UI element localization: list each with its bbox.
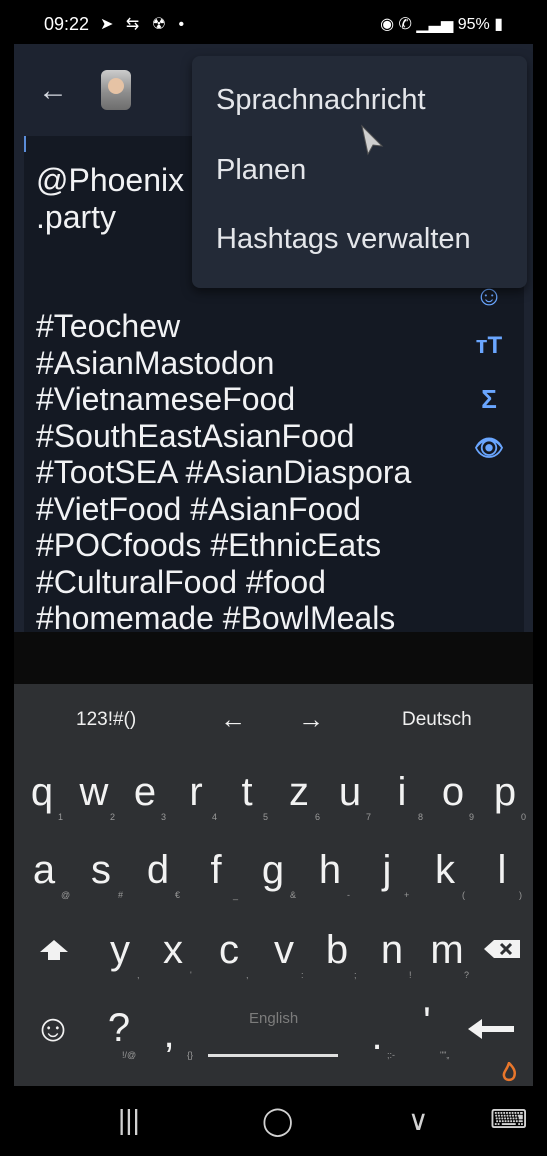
key-g[interactable]: g [250,848,296,893]
comma-key[interactable]: , [146,1012,192,1057]
key-o[interactable]: o [430,770,476,815]
key-s[interactable]: s [78,848,124,893]
wifi-icon: ◉ ✆ ▁▃▅ [380,16,458,33]
key-p-hint: 0 [521,812,527,822]
key-q-hint: 1 [58,812,64,822]
text-size-icon[interactable]: тT [473,332,505,360]
key-e[interactable]: e [122,770,168,815]
space-bar[interactable] [208,1054,338,1057]
key-u[interactable]: u [327,770,373,815]
key-z-hint: 6 [315,812,321,822]
key-d[interactable]: d [135,848,181,893]
question-key[interactable]: ? [96,1006,142,1051]
period-key-hint: ;:- [387,1050,395,1060]
key-x-hint: ' [190,970,192,980]
battery-level: 95% [457,16,490,33]
preview-eye-icon[interactable]: 👁 [473,434,505,463]
back-icon[interactable]: ∨ [408,1104,429,1137]
key-g-hint: & [290,890,297,900]
shift-key-icon[interactable] [36,938,72,962]
key-i[interactable]: i [379,770,425,815]
formula-icon[interactable]: Σ [473,384,505,415]
key-z[interactable]: z [276,770,322,815]
status-time: 09:22 [44,14,90,34]
key-w-hint: 2 [110,812,116,822]
key-h[interactable]: h [307,848,353,893]
key-o-hint: 9 [469,812,475,822]
symbols-key[interactable]: 123!#() [76,709,136,731]
notification-icons: ➤ ⇆ ☢ • [100,16,189,33]
key-j-hint: + [404,890,410,900]
key-r[interactable]: r [173,770,219,815]
comma-key-hint: {} [187,1050,194,1060]
key-y-hint: , [137,970,140,980]
key-s-hint: # [118,890,124,900]
apostrophe-key-hint: ""„ [440,1050,450,1060]
status-right: ◉ ✆ ▁▃▅ 95% ▮ [380,14,503,34]
key-c-hint: , [246,970,249,980]
cursor-left-key[interactable]: ← [220,704,246,735]
text-cursor [24,136,26,152]
menu-item-voice-message[interactable]: Sprachnachricht [216,84,426,117]
key-w[interactable]: w [71,770,117,815]
emoji-key[interactable]: ☺ [30,1008,76,1051]
key-x[interactable]: x [150,928,196,973]
menu-item-manage-hashtags[interactable]: Hashtags verwalten [216,223,471,256]
avatar[interactable] [101,70,131,110]
key-j[interactable]: j [364,848,410,893]
key-m[interactable]: m [424,928,470,973]
key-l[interactable]: l [479,848,525,893]
space-bar-label: English [249,1010,299,1027]
cursor-right-key[interactable]: → [298,704,324,735]
status-bar: 09:22 ➤ ⇆ ☢ • ◉ ✆ ▁▃▅ 95% ▮ [0,0,547,48]
enter-key-icon[interactable] [466,1014,518,1044]
key-h-hint: - [347,890,350,900]
suggestion-strip [14,632,533,684]
back-arrow-icon[interactable]: ← [38,74,68,108]
key-n[interactable]: n [369,928,415,973]
recent-apps-icon[interactable]: ||| [118,1104,140,1136]
key-m-hint: ? [464,970,470,980]
key-n-hint: ! [409,970,412,980]
key-e-hint: 3 [161,812,167,822]
key-k-hint: ( [462,890,465,900]
mouse-pointer-icon [361,124,384,156]
apostrophe-key[interactable]: ' [404,1000,450,1045]
key-d-hint: € [175,890,181,900]
key-a[interactable]: a [21,848,67,893]
key-a-hint: @ [61,890,71,900]
backspace-key-icon[interactable] [482,938,522,960]
key-c[interactable]: c [206,928,252,973]
key-t[interactable]: t [224,770,270,815]
overflow-menu: Sprachnachricht Planen Hashtags verwalte… [192,56,527,288]
language-key[interactable]: Deutsch [402,709,472,731]
battery-icon: ▮ [489,16,503,33]
key-v-hint: : [301,970,304,980]
flame-icon [502,1062,517,1082]
key-v[interactable]: v [261,928,307,973]
key-b[interactable]: b [314,928,360,973]
key-l-hint: ) [519,890,522,900]
menu-item-schedule[interactable]: Planen [216,154,306,187]
key-r-hint: 4 [212,812,218,822]
key-k[interactable]: k [422,848,468,893]
key-u-hint: 7 [366,812,372,822]
key-i-hint: 8 [418,812,424,822]
question-key-hint: !/@ [122,1050,137,1060]
key-f-hint: _ [233,890,239,900]
key-q[interactable]: q [19,770,65,815]
home-icon[interactable]: ◯ [262,1104,293,1137]
key-p[interactable]: p [482,770,528,815]
key-b-hint: ; [354,970,357,980]
key-f[interactable]: f [193,848,239,893]
key-y[interactable]: y [97,928,143,973]
key-t-hint: 5 [263,812,269,822]
keyboard-switch-icon[interactable]: ⌨ [490,1104,528,1135]
